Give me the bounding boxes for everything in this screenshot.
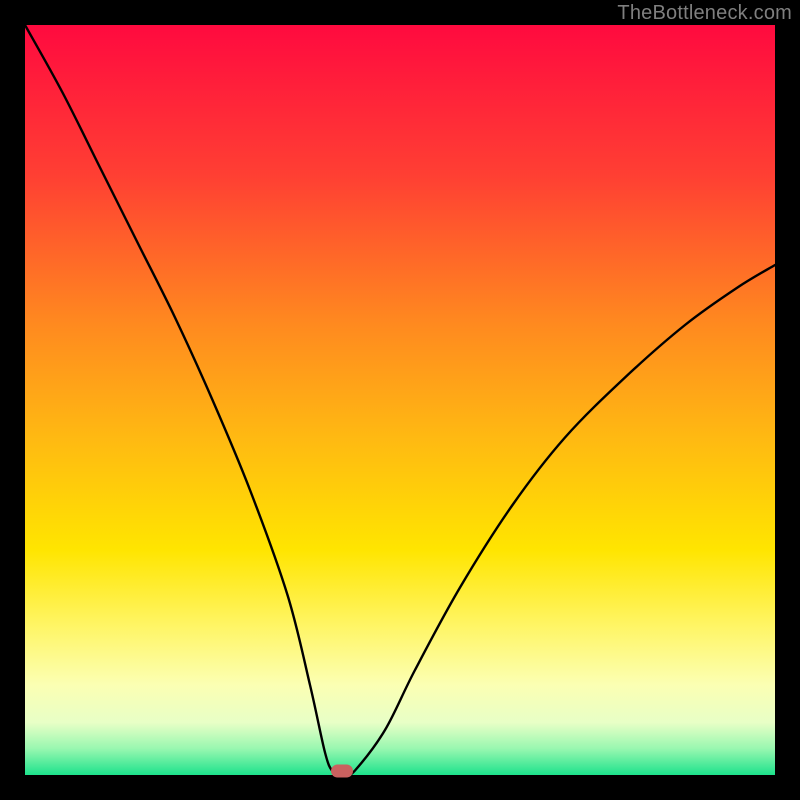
watermark-text: TheBottleneck.com (617, 2, 792, 25)
optimal-marker (331, 765, 353, 778)
bottleneck-curve (25, 25, 775, 775)
chart-frame: TheBottleneck.com (0, 0, 800, 800)
plot-area (25, 25, 775, 775)
